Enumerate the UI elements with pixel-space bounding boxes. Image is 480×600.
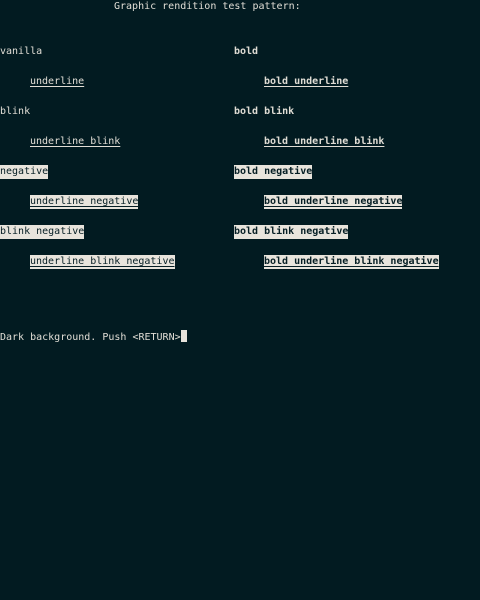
return-prompt: Dark background. Push <RETURN> [0, 330, 187, 345]
sample-bold-underline: bold underline [264, 76, 349, 87]
terminal-screen[interactable]: Graphic rendition test pattern: vanilla … [0, 0, 480, 600]
sample-bold-blink-negative: bold blink negative [234, 225, 349, 239]
sample-bold-underline-blink-negative: bold underline blink negative [264, 255, 439, 269]
test-pattern-title: Graphic rendition test pattern: [114, 1, 301, 12]
sample-blink: blink [0, 106, 31, 117]
sample-underline-blink: underline blink [30, 136, 121, 147]
sample-bold-underline-negative: bold underline negative [264, 195, 403, 209]
sample-vanilla: vanilla [0, 46, 43, 57]
sample-bold-blink: bold blink [234, 106, 295, 117]
sample-underline-blink-negative: underline blink negative [30, 255, 175, 269]
sample-underline-negative: underline negative [30, 195, 139, 209]
prompt-text: Dark background. Push <RETURN> [0, 332, 181, 343]
sample-bold-negative: bold negative [234, 165, 313, 179]
sample-negative: negative [0, 165, 49, 179]
text-cursor[interactable] [180, 330, 187, 342]
sample-bold: bold [234, 46, 259, 57]
sample-bold-underline-blink: bold underline blink [264, 136, 385, 147]
sample-blink-negative: blink negative [0, 225, 85, 239]
sample-underline: underline [30, 76, 85, 87]
